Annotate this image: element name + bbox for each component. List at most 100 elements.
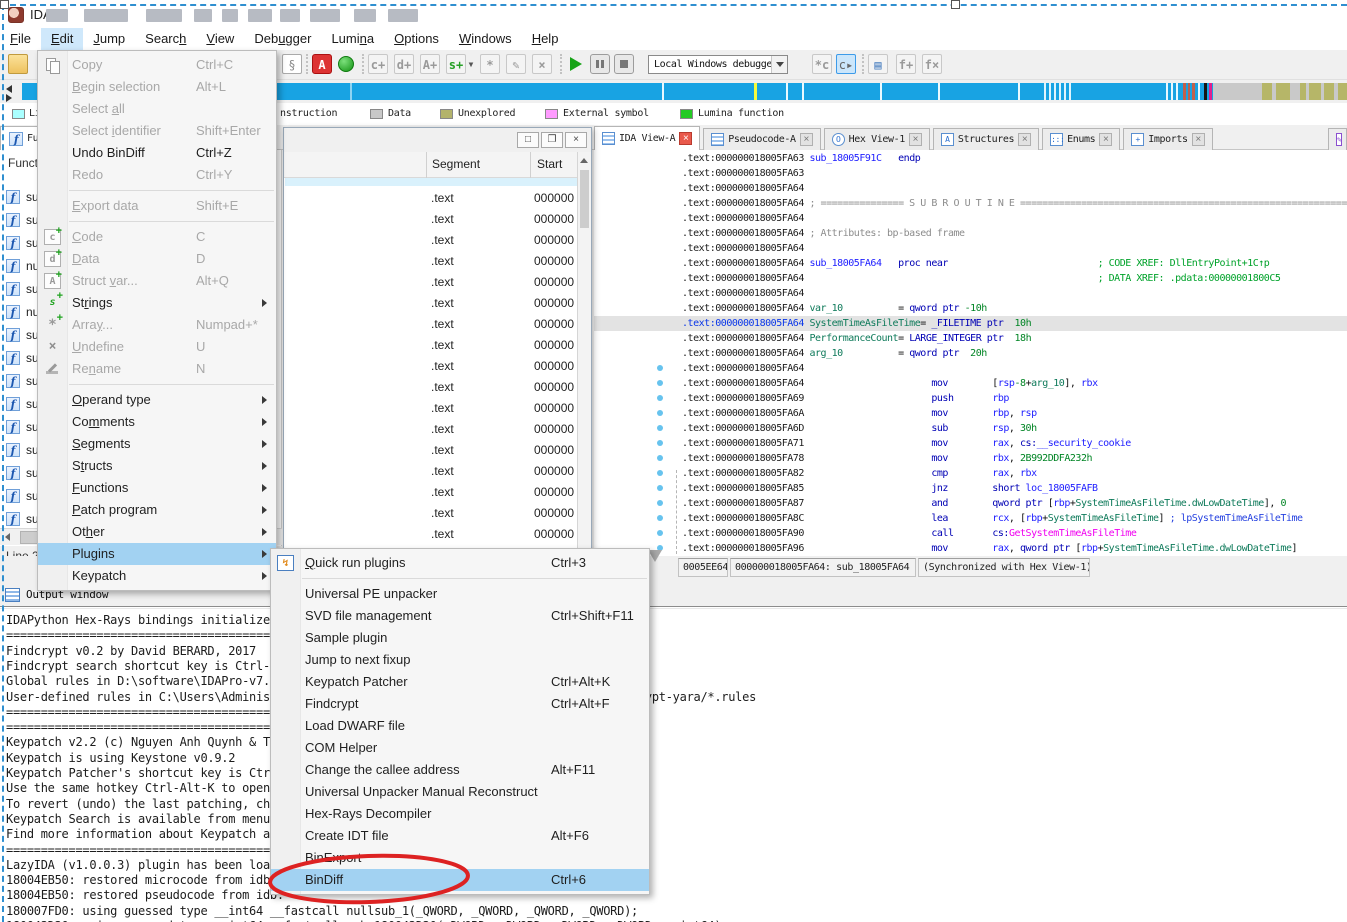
stop-debugger-icon[interactable] [614, 54, 634, 74]
menu-item-undefine[interactable]: ×UndefineU [38, 336, 276, 358]
disasm-line[interactable]: .text:000000018005FA64 mov [rsp-8+arg_10… [682, 376, 1098, 391]
menu-item-findcrypt[interactable]: FindcryptCtrl+Alt+F [271, 693, 649, 715]
disasm-line[interactable]: .text:000000018005FA64 [682, 361, 804, 376]
continue-process-icon[interactable]: c▸ [836, 54, 856, 74]
menu-item-array[interactable]: *+Array...Numpad+* [38, 314, 276, 336]
tab-imports[interactable]: +Imports× [1123, 128, 1212, 150]
menu-item-export-data[interactable]: Export dataShift+E [38, 195, 276, 217]
menubar-item-jump[interactable]: Jump [83, 28, 135, 50]
menubar-item-view[interactable]: View [196, 28, 244, 50]
disasm-line[interactable]: .text:000000018005FA78 mov rbx, 2B992DDF… [682, 451, 1092, 466]
delete-function-icon[interactable]: f× [922, 54, 942, 74]
column-divider[interactable] [530, 152, 531, 178]
disasm-line[interactable]: .text:000000018005FA90 call cs:GetSystem… [682, 526, 1136, 541]
output-window[interactable]: IDAPython Hex-Rays bindings initialized.… [0, 606, 1347, 922]
menu-item-comments[interactable]: Comments [38, 411, 276, 433]
strings-dropdown-icon[interactable]: ▾ [466, 54, 476, 74]
disasm-line[interactable]: .text:000000018005FA64 var_10 = qword pt… [682, 301, 987, 316]
chooser-row[interactable]: .text000000 [284, 443, 579, 464]
menu-item-universal-unpacker-manual-reconstruct[interactable]: Universal Unpacker Manual Reconstruct [271, 781, 649, 803]
create-function-icon[interactable]: f+ [896, 54, 916, 74]
disasm-line[interactable]: .text:000000018005FA69 push rbp [682, 391, 1009, 406]
chooser-title-bar[interactable]: □ ❐ × [284, 128, 591, 152]
disasm-line[interactable]: .text:000000018005FA8C lea rcx, [rbp+Sys… [682, 511, 1303, 526]
chooser-row[interactable]: .text000000 [284, 401, 579, 422]
disasm-line[interactable]: .text:000000018005FA64 SystemTimeAsFileT… [594, 316, 1347, 331]
menu-item-undo-bindiff[interactable]: Undo BinDiffCtrl+Z [38, 142, 276, 164]
strings-icon[interactable]: s+ [446, 54, 466, 74]
menubar-item-windows[interactable]: Windows [449, 28, 522, 50]
disasm-line[interactable]: .text:000000018005FA64 [682, 181, 804, 196]
disasm-line[interactable]: .text:000000018005FA64 PerformanceCount=… [682, 331, 1031, 346]
chooser-row[interactable]: .text000000 [284, 422, 579, 443]
chooser-row[interactable]: .text000000 [284, 485, 579, 506]
menu-item-load-dwarf-file[interactable]: Load DWARF file [271, 715, 649, 737]
menu-item-structs[interactable]: Structs [38, 455, 276, 477]
menu-item-operand-type[interactable]: Operand type [38, 389, 276, 411]
tab-hex-view-1[interactable]: OHex View-1× [824, 128, 930, 150]
start-debugger-icon[interactable] [566, 54, 586, 74]
menu-item-begin-selection[interactable]: Begin selectionAlt+L [38, 76, 276, 98]
struct-var-icon[interactable]: A+ [420, 54, 440, 74]
menu-item-jump-to-next-fixup[interactable]: Jump to next fixup [271, 649, 649, 671]
menubar-item-lumina[interactable]: Lumina [321, 28, 384, 50]
chooser-row[interactable]: .text000000 [284, 254, 579, 275]
maximize-icon[interactable]: □ [517, 132, 539, 148]
array-icon[interactable]: * [480, 54, 500, 74]
menu-item-plugins[interactable]: Plugins [38, 543, 276, 565]
menu-item-copy[interactable]: CopyCtrl+C [38, 54, 276, 76]
chooser-row[interactable]: .text000000 [284, 191, 579, 212]
menubar-item-file[interactable]: File [0, 28, 41, 50]
chooser-row[interactable]: .text000000 [284, 380, 579, 401]
menu-item-universal-pe-unpacker[interactable]: Universal PE unpacker [271, 583, 649, 605]
disasm-line[interactable]: .text:000000018005FA85 jnz short loc_180… [682, 481, 1098, 496]
navband-right-icon[interactable] [6, 94, 12, 102]
tab-structures[interactable]: AStructures× [933, 128, 1039, 150]
menu-item-quick-run-plugins[interactable]: ↯Quick run pluginsCtrl+3 [271, 552, 649, 574]
disasm-line[interactable]: .text:000000018005FA87 and qword ptr [rb… [682, 496, 1286, 511]
disasm-line[interactable]: .text:000000018005FA96 mov rax, qword pt… [682, 541, 1297, 556]
menu-item-select-all[interactable]: Select all [38, 98, 276, 120]
scroll-up-icon[interactable] [580, 158, 588, 163]
column-divider[interactable] [426, 152, 427, 178]
menu-item-struct-var[interactable]: A+Struct var...Alt+Q [38, 270, 276, 292]
chooser-row[interactable]: .text000000 [284, 506, 579, 527]
scrollbar-thumb[interactable] [580, 170, 589, 228]
menu-item-other[interactable]: Other [38, 521, 276, 543]
attach-icon[interactable]: *c [812, 54, 832, 74]
menu-item-sample-plugin[interactable]: Sample plugin [271, 627, 649, 649]
disasm-line[interactable]: .text:000000018005FA6A mov rbp, rsp [682, 406, 1037, 421]
menu-item-code[interactable]: c+CodeC [38, 226, 276, 248]
menubar-item-search[interactable]: Search [135, 28, 196, 50]
navband-left-icon[interactable] [6, 85, 12, 93]
disasm-line[interactable]: .text:000000018005FA71 mov rax, cs:__sec… [682, 436, 1131, 451]
menu-item-com-helper[interactable]: COM Helper [271, 737, 649, 759]
disasm-line[interactable]: .text:000000018005FA64 [682, 241, 804, 256]
segments-icon[interactable]: ▤ [868, 54, 888, 74]
disasm-line[interactable]: .text:000000018005FA64 arg_10 = qword pt… [682, 346, 987, 361]
script-lock-icon[interactable]: § [282, 54, 302, 74]
chooser-row[interactable]: .text000000 [284, 233, 579, 254]
pause-debugger-icon[interactable] [590, 54, 610, 74]
menu-item-redo[interactable]: RedoCtrl+Y [38, 164, 276, 186]
disasm-line[interactable]: .text:000000018005FA63 sub_18005F91C end… [682, 151, 920, 166]
chooser-row[interactable]: .text000000 [284, 275, 579, 296]
menubar-item-options[interactable]: Options [384, 28, 449, 50]
menu-item-hex-rays-decompiler[interactable]: Hex-Rays Decompiler [271, 803, 649, 825]
undefine-icon[interactable]: × [532, 54, 552, 74]
make-code-icon[interactable]: c+ [368, 54, 388, 74]
menu-item-change-the-callee-address[interactable]: Change the callee addressAlt+F11 [271, 759, 649, 781]
problems-icon[interactable]: A [312, 54, 332, 74]
disasm-line[interactable]: .text:000000018005FA64 ; Attributes: bp-… [682, 226, 965, 241]
chooser-row[interactable]: .text000000 [284, 212, 579, 233]
close-icon[interactable]: × [565, 132, 587, 148]
menu-item-functions[interactable]: Functions [38, 477, 276, 499]
chooser-row[interactable]: .text000000 [284, 359, 579, 380]
close-tab-icon[interactable]: × [800, 133, 813, 146]
debugger-select-arrow-icon[interactable] [771, 56, 787, 73]
tab-pseudocode-a[interactable]: Pseudocode-A× [703, 128, 820, 150]
chooser-vscrollbar[interactable] [577, 152, 591, 570]
close-tab-icon[interactable]: × [1018, 133, 1031, 146]
make-data-icon[interactable]: d+ [394, 54, 414, 74]
rename-icon[interactable]: ✎ [506, 54, 526, 74]
